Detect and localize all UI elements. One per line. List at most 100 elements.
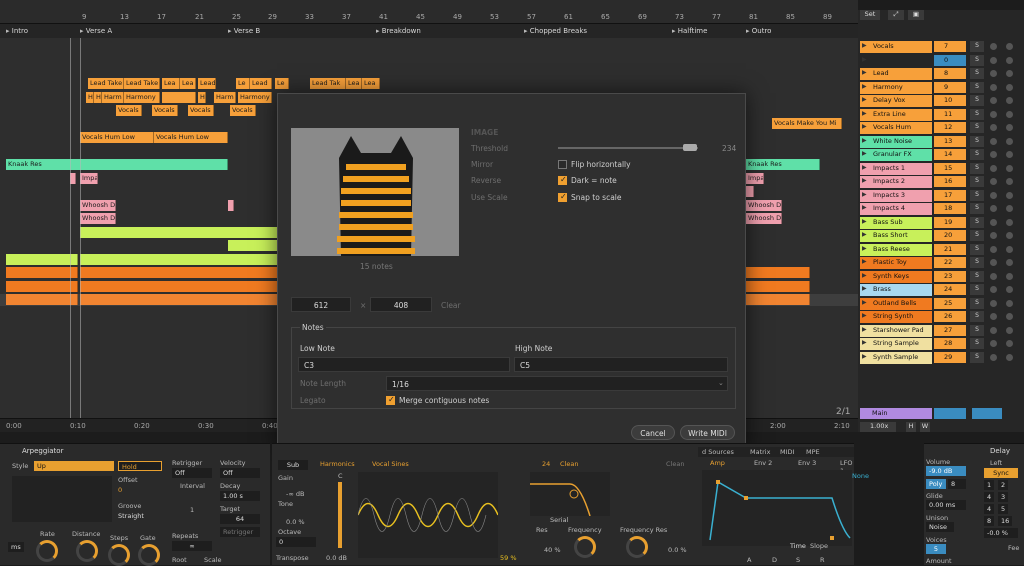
locator-intro[interactable]: Intro — [6, 27, 28, 35]
clip[interactable]: Lead Tak — [310, 78, 346, 89]
record-arm-icon[interactable] — [990, 191, 997, 199]
track-header[interactable]: Outland Bells25 S — [858, 297, 1024, 310]
delay-device[interactable]: Delay Left Sync 1 2 4 3 4 5 8 16 -0.0 % … — [980, 443, 1024, 565]
track-number[interactable]: 24 — [934, 284, 966, 295]
envelope-display[interactable] — [702, 470, 852, 546]
clip[interactable] — [228, 200, 234, 211]
clear-button[interactable]: Clear — [441, 301, 461, 310]
track-number[interactable]: 12 — [934, 122, 966, 133]
width-field[interactable]: 612 — [291, 297, 351, 312]
solo-button[interactable]: S — [970, 203, 984, 214]
solo-button[interactable]: S — [970, 122, 984, 133]
track-name[interactable]: Brass — [860, 284, 932, 296]
target-field[interactable]: 64 — [220, 514, 260, 524]
gate-knob[interactable] — [138, 544, 160, 566]
record-arm-icon[interactable] — [990, 326, 997, 334]
res-value[interactable]: 40 % — [544, 546, 561, 554]
low-note-field[interactable]: C3 — [298, 357, 510, 372]
track-name[interactable]: Plastic Toy — [860, 257, 932, 269]
cancel-button[interactable]: Cancel — [631, 425, 675, 440]
track-number[interactable]: 27 — [934, 324, 966, 336]
solo-button[interactable]: S — [970, 189, 984, 201]
monitor-icon[interactable] — [1006, 97, 1013, 104]
mod-tabs[interactable]: d Sources Matrix MIDI MPE — [698, 447, 854, 457]
track-name[interactable]: String Sample — [860, 338, 932, 350]
none-select[interactable]: None — [852, 472, 869, 480]
bar-ruler[interactable]: 9 13 17 21 25 29 33 37 41 45 49 53 57 61… — [0, 0, 858, 24]
clip[interactable] — [162, 92, 196, 103]
locator-outro[interactable]: Outro — [746, 27, 772, 35]
height-field[interactable]: 408 — [370, 297, 432, 312]
clip[interactable]: Whoosh D — [746, 213, 782, 224]
monitor-icon[interactable] — [1006, 245, 1013, 253]
record-arm-icon[interactable] — [990, 232, 997, 239]
note-length-select[interactable]: 1/16 — [386, 376, 728, 391]
clip[interactable]: Harm — [214, 92, 236, 103]
clip[interactable]: Le — [275, 78, 289, 89]
monitor-icon[interactable] — [1006, 110, 1013, 118]
track-name[interactable]: Impacts 1 — [860, 162, 932, 175]
clip[interactable]: Whoosh D — [80, 200, 116, 211]
sub-button[interactable]: Sub — [278, 460, 308, 470]
threshold-slider[interactable] — [558, 147, 698, 149]
vocal-sines-select[interactable]: Vocal Sines — [372, 460, 409, 468]
serial-select[interactable]: Serial — [550, 516, 568, 524]
track-name[interactable]: Bass Short — [860, 230, 932, 242]
track-header[interactable]: Impacts 216 S — [858, 175, 1024, 188]
clip[interactable]: Lead Take — [88, 78, 124, 89]
record-arm-icon[interactable] — [990, 245, 997, 253]
track-headers[interactable]: Set ⤢ ▣ Vocals7S0SLead8SHarmony9SDelay V… — [858, 10, 1024, 432]
main-track[interactable]: Main — [860, 408, 932, 419]
clip[interactable]: Vocals — [152, 105, 178, 116]
track-name[interactable]: Bass Reese — [860, 243, 932, 256]
delay-offset[interactable]: -0.0 % — [984, 528, 1018, 538]
monitor-icon[interactable] — [1006, 151, 1013, 158]
unison-select[interactable]: Noise — [926, 522, 954, 532]
clip[interactable]: Vocals Make You Mi — [772, 118, 842, 129]
record-arm-icon[interactable] — [990, 70, 997, 77]
velocity-select[interactable]: Off — [220, 468, 260, 478]
clip[interactable] — [80, 227, 278, 238]
record-arm-icon[interactable] — [990, 218, 997, 226]
track-name[interactable]: Vocals Hum — [860, 122, 932, 134]
record-arm-icon[interactable] — [990, 353, 997, 361]
record-arm-icon[interactable] — [990, 97, 997, 104]
track-header[interactable]: Granular FX14 S — [858, 148, 1024, 161]
solo-button[interactable]: S — [970, 108, 984, 120]
monitor-icon[interactable] — [1006, 191, 1013, 199]
track-number[interactable]: 15 — [934, 162, 966, 174]
track-name[interactable]: Starshower Pad — [860, 324, 932, 337]
clip[interactable] — [80, 281, 278, 292]
track-name[interactable]: Outland Bells — [860, 297, 932, 310]
tab-matrix[interactable]: Matrix — [750, 448, 770, 456]
clip[interactable]: Harm — [102, 92, 124, 103]
track-name[interactable]: Vocals — [860, 41, 932, 53]
solo-button[interactable]: S — [970, 311, 984, 322]
track-name[interactable]: Delay Vox — [860, 95, 932, 107]
frequency-2-knob[interactable] — [626, 536, 648, 558]
solo-button[interactable]: S — [970, 284, 984, 295]
glide-field[interactable]: 0.00 ms — [926, 500, 966, 510]
clean-select[interactable]: Clean — [560, 460, 578, 468]
locator-verse-a[interactable]: Verse A — [80, 27, 112, 35]
solo-button[interactable]: S — [970, 297, 984, 309]
set-button[interactable]: Set — [860, 10, 880, 20]
record-arm-icon[interactable] — [990, 259, 997, 266]
track-header[interactable]: 0S — [858, 54, 1024, 67]
clip[interactable]: Knaak Res — [746, 159, 820, 170]
division-3[interactable]: 4 — [984, 492, 994, 502]
track-number[interactable]: 11 — [934, 108, 966, 120]
locator-bar[interactable]: Intro Verse A Verse B Breakdown Chopped … — [0, 24, 858, 38]
solo-button[interactable]: S — [970, 54, 984, 66]
division-4[interactable]: 3 — [998, 492, 1008, 502]
record-arm-icon[interactable] — [990, 340, 997, 347]
clip[interactable] — [746, 281, 810, 292]
monitor-icon[interactable] — [1006, 232, 1013, 239]
solo-button[interactable]: S — [970, 270, 984, 282]
clip[interactable]: Vocals Hum Low — [154, 132, 228, 143]
octave-field[interactable]: 0 — [276, 537, 316, 547]
monitor-icon[interactable] — [1006, 43, 1013, 50]
clip[interactable]: Harmony — [238, 92, 272, 103]
clip[interactable]: Vocals Hum Low — [80, 132, 154, 143]
main-pan[interactable] — [972, 408, 1002, 419]
